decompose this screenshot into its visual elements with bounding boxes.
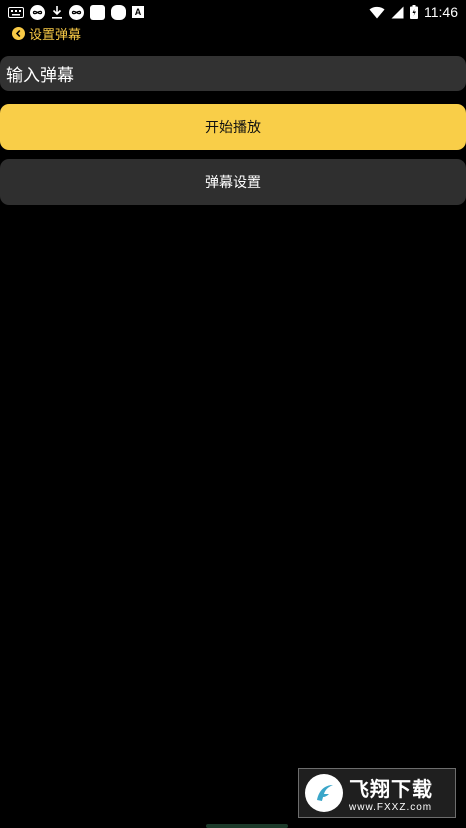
app-rounded-icon (111, 4, 126, 20)
watermark: 飞翔下载 www.FXXZ.com (298, 768, 456, 818)
danmu-input[interactable]: 输入弹幕 (0, 56, 466, 91)
infinity-app-icon (69, 4, 84, 20)
keyboard-icon (8, 6, 24, 18)
page-title: 设置弹幕 (29, 27, 82, 43)
status-bar: A 11:46 (0, 0, 466, 24)
watermark-logo-icon (305, 774, 343, 812)
status-right: 11:46 (369, 4, 458, 20)
download-icon (51, 5, 63, 19)
navigation-bar-hint (206, 824, 288, 828)
a-letter-icon: A (132, 6, 144, 18)
watermark-url: www.FXXZ.com (349, 802, 433, 813)
danmu-input-placeholder: 输入弹幕 (6, 66, 74, 86)
start-play-label: 开始播放 (205, 120, 261, 136)
danmu-settings-label: 弹幕设置 (205, 175, 261, 191)
infinity-app-icon (30, 4, 45, 20)
danmu-settings-button[interactable]: 弹幕设置 (0, 159, 466, 205)
status-left: A (8, 4, 144, 20)
status-time: 11:46 (424, 4, 458, 20)
wifi-icon (369, 6, 385, 19)
back-button[interactable]: 设置弹幕 (12, 24, 82, 43)
app-square-icon (90, 4, 105, 20)
watermark-text: 飞翔下载 www.FXXZ.com (349, 773, 433, 813)
battery-icon (410, 5, 418, 19)
chevron-left-icon (12, 26, 25, 40)
start-play-button[interactable]: 开始播放 (0, 104, 466, 150)
watermark-title: 飞翔下载 (349, 777, 433, 801)
signal-icon (391, 6, 404, 19)
